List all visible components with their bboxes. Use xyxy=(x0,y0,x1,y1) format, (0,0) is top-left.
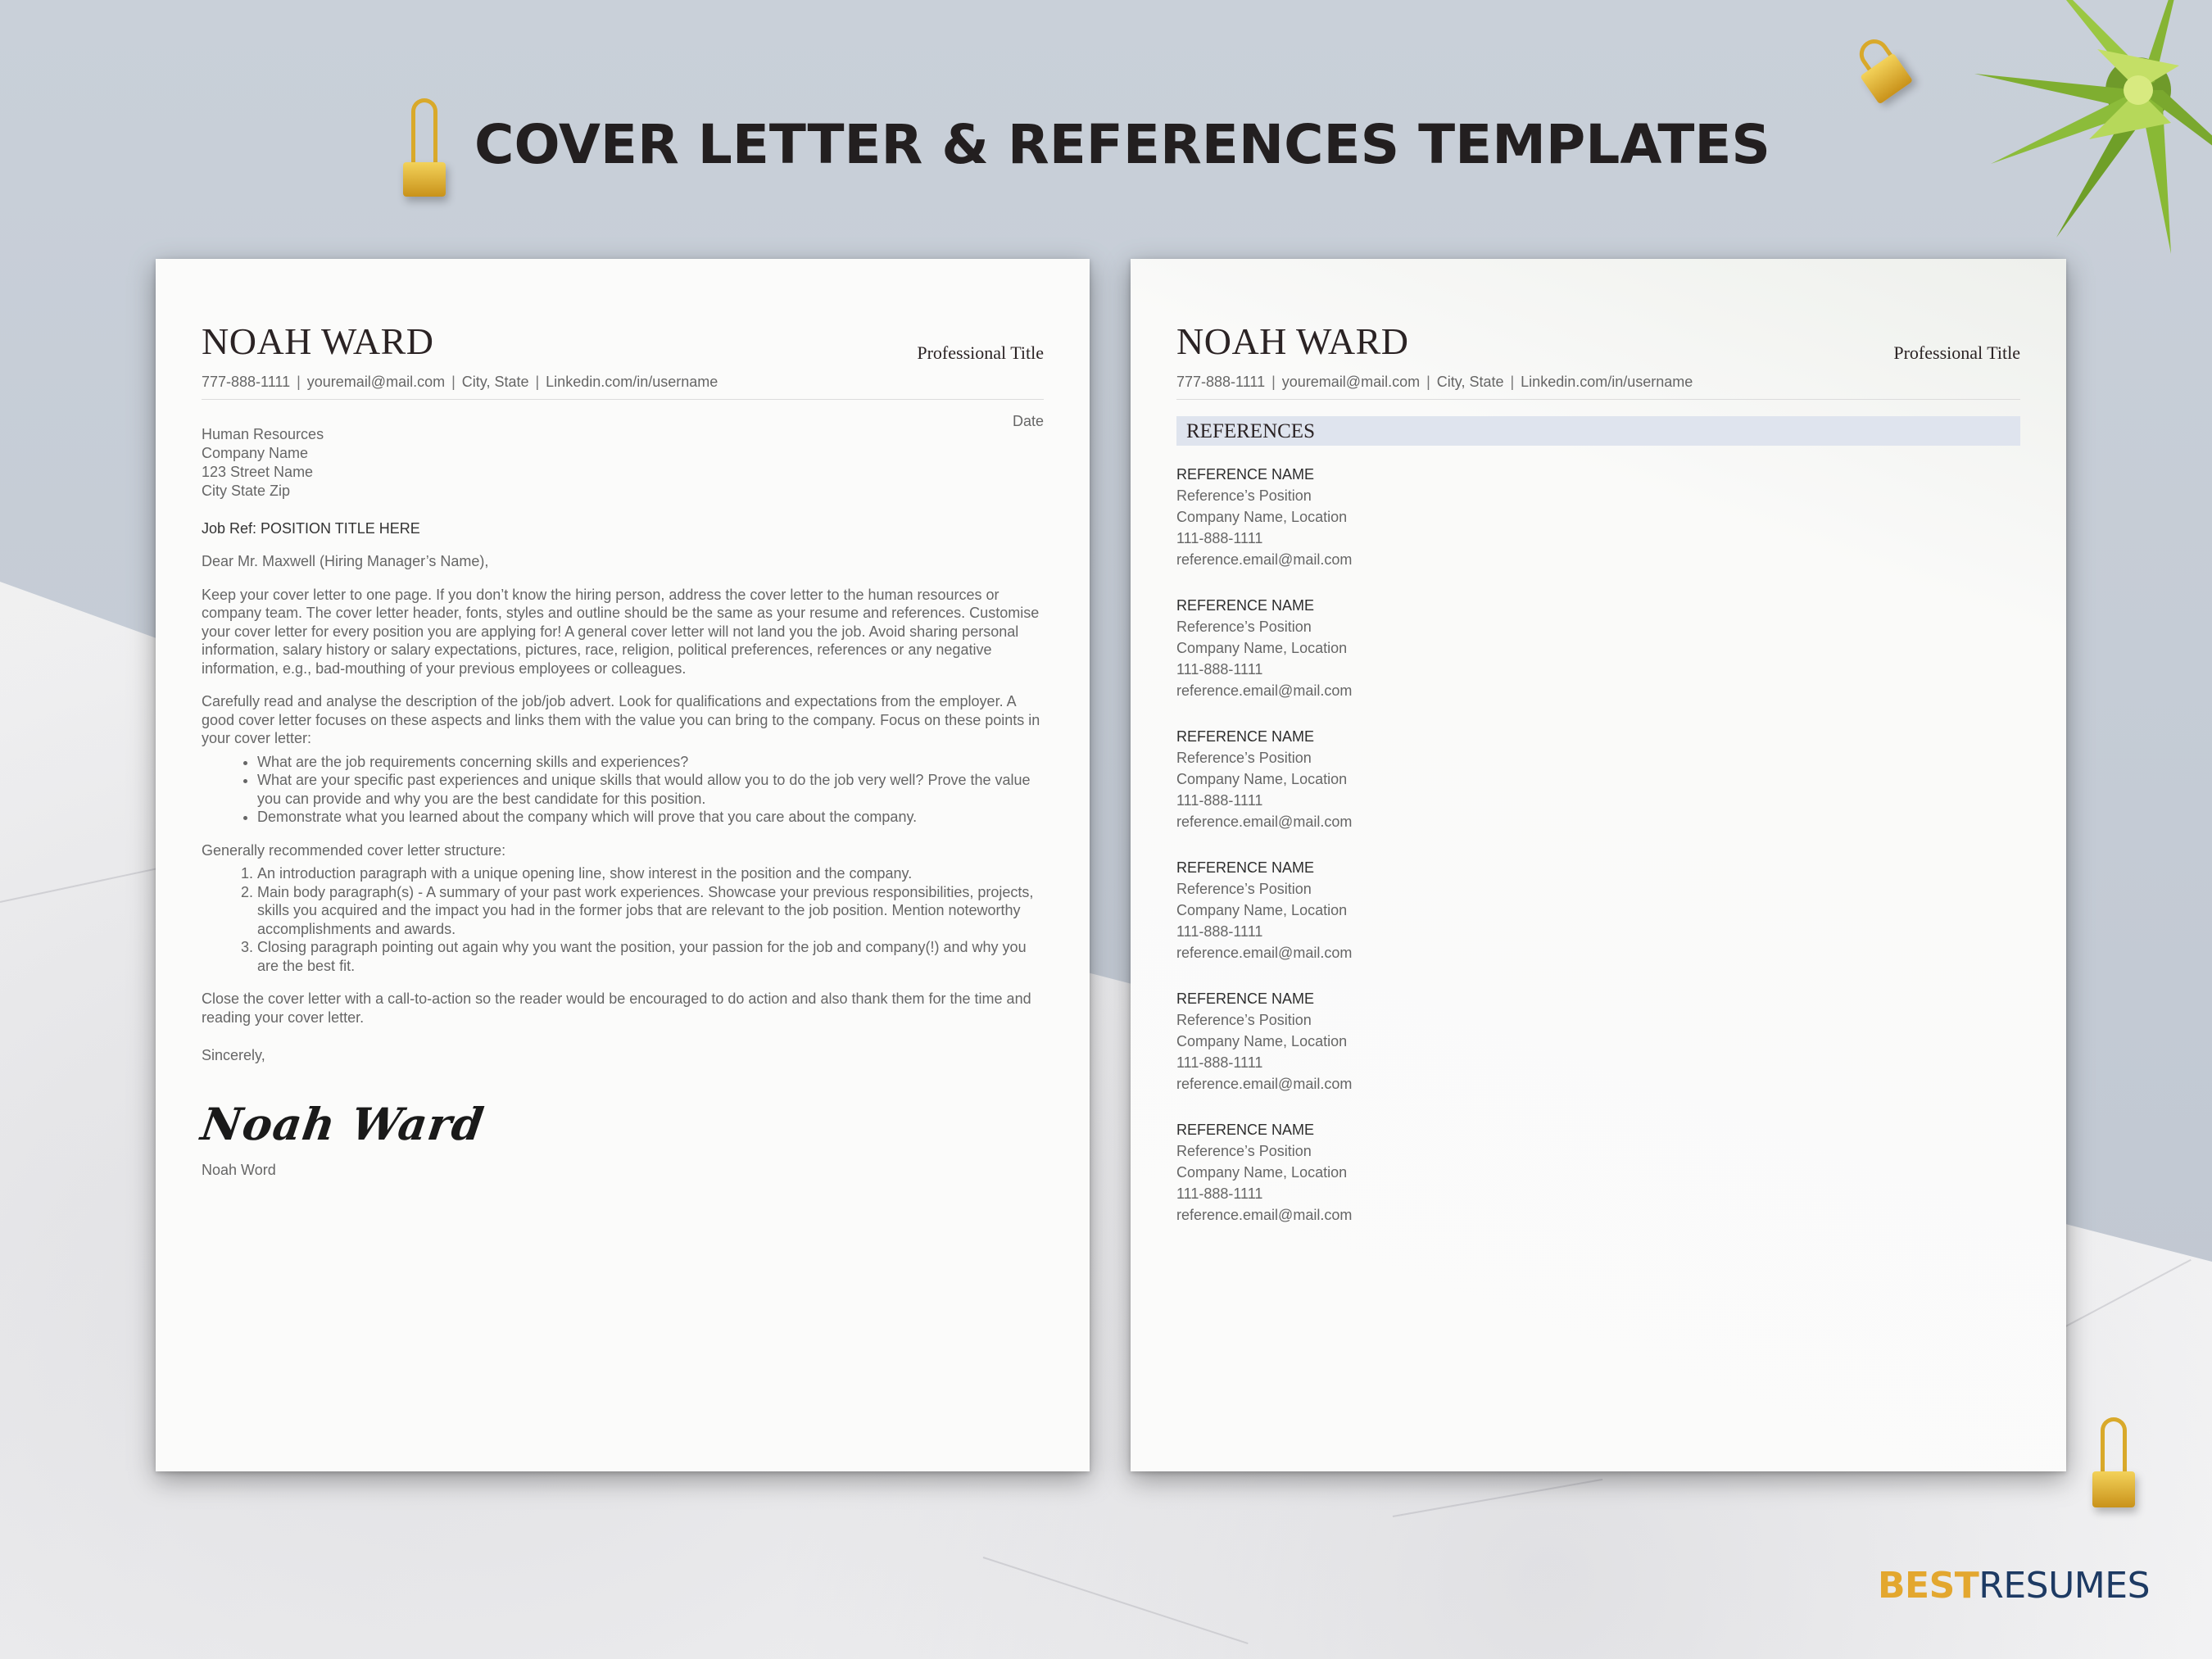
marble-vein xyxy=(982,1557,1249,1645)
separator: | xyxy=(451,374,456,390)
reference-name: REFERENCE NAME xyxy=(1176,466,1315,483)
structure-intro: Generally recommended cover letter struc… xyxy=(202,841,506,859)
reference-phone: 111-888-1111 xyxy=(1176,1054,1263,1071)
list-item: What are the job requirements concerning… xyxy=(257,753,1044,772)
reference-company: Company Name, Location xyxy=(1176,509,1348,525)
list-item: Main body paragraph(s) - A summary of yo… xyxy=(257,883,1044,939)
reference-email: reference.email@mail.com xyxy=(1176,682,1353,699)
brand-logo-best: BEST xyxy=(1878,1565,1979,1607)
reference-email: reference.email@mail.com xyxy=(1176,945,1353,961)
contact-line: 777-888-1111 | youremail@mail.com | City, St… xyxy=(202,374,1044,391)
reference-entry: REFERENCE NAME Reference’s Position Compan… xyxy=(1176,1119,2020,1226)
signed-name: Noah Word xyxy=(202,1161,276,1178)
reference-entry: REFERENCE NAME Reference’s Position Compan… xyxy=(1176,464,2020,570)
reference-name: REFERENCE NAME xyxy=(1176,990,1315,1007)
reference-position: Reference’s Position xyxy=(1176,750,1312,766)
reference-entry: REFERENCE NAME Reference’s Position Compan… xyxy=(1176,726,2020,832)
banner-title: COVER LETTER & REFERENCES TEMPLATES xyxy=(474,113,1770,176)
reference-position: Reference’s Position xyxy=(1176,1143,1312,1159)
header-divider xyxy=(1176,399,2020,400)
body-paragraph: Keep your cover letter to one page. If y… xyxy=(202,586,1040,677)
recipient-line: City State Zip xyxy=(202,483,291,499)
reference-phone: 111-888-1111 xyxy=(1176,1185,1263,1202)
references-heading: REFERENCES xyxy=(1176,416,2020,446)
body-paragraph: Carefully read and analyse the descripti… xyxy=(202,693,1040,746)
separator: | xyxy=(297,374,301,390)
contact-linkedin: Linkedin.com/in/username xyxy=(546,374,718,390)
contact-line: 777-888-1111 | youremail@mail.com | City, St… xyxy=(1176,374,2020,391)
marble-vein xyxy=(1392,1478,1603,1517)
letterhead: NOAH WARD Professional Title 777-888-111… xyxy=(1176,323,2020,400)
contact-phone: 777-888-1111 xyxy=(202,374,291,390)
recipient-line: 123 Street Name xyxy=(202,464,314,480)
contact-linkedin: Linkedin.com/in/username xyxy=(1521,374,1693,390)
reference-email: reference.email@mail.com xyxy=(1176,814,1353,830)
reference-company: Company Name, Location xyxy=(1176,1164,1348,1181)
reference-phone: 111-888-1111 xyxy=(1176,661,1263,678)
reference-phone: 111-888-1111 xyxy=(1176,923,1263,940)
signature: Noah Ward xyxy=(197,1097,488,1150)
reference-name: REFERENCE NAME xyxy=(1176,597,1315,614)
reference-phone: 111-888-1111 xyxy=(1176,530,1263,546)
reference-company: Company Name, Location xyxy=(1176,902,1348,918)
recipient-line: Company Name xyxy=(202,445,309,461)
reference-email: reference.email@mail.com xyxy=(1176,1207,1353,1223)
reference-company: Company Name, Location xyxy=(1176,640,1348,656)
separator: | xyxy=(535,374,540,390)
reference-name: REFERENCE NAME xyxy=(1176,1122,1315,1138)
references-page: NOAH WARD Professional Title 777-888-111… xyxy=(1131,259,2066,1471)
reference-position: Reference’s Position xyxy=(1176,1012,1312,1028)
list-item: An introduction paragraph with a unique … xyxy=(257,864,1044,883)
reference-entry: REFERENCE NAME Reference’s Position Compan… xyxy=(1176,595,2020,701)
reference-email: reference.email@mail.com xyxy=(1176,551,1353,568)
professional-title: Professional Title xyxy=(1893,342,2020,363)
list-item: Closing paragraph pointing out again why… xyxy=(257,938,1044,975)
recipient-line: Human Resources xyxy=(202,426,324,442)
contact-email: youremail@mail.com xyxy=(306,374,446,390)
contact-location: City, State xyxy=(461,374,529,390)
recipient-address: Human Resources Company Name 123 Street … xyxy=(202,425,1044,501)
structure-list: An introduction paragraph with a unique … xyxy=(202,864,1044,975)
contact-phone: 777-888-1111 xyxy=(1176,374,1266,390)
list-item: Demonstrate what you learned about the c… xyxy=(257,808,1044,827)
brand-logo-resumes: RESUMES xyxy=(1979,1565,2150,1607)
contact-location: City, State xyxy=(1436,374,1504,390)
separator: | xyxy=(1426,374,1430,390)
contact-email: youremail@mail.com xyxy=(1281,374,1421,390)
sign-off: Sincerely, xyxy=(202,1047,265,1063)
reference-name: REFERENCE NAME xyxy=(1176,859,1315,876)
job-reference: Job Ref: POSITION TITLE HERE xyxy=(202,520,420,537)
letterhead: NOAH WARD Professional Title 777-888-111… xyxy=(202,323,1044,400)
cover-letter-page: NOAH WARD Professional Title 777-888-111… xyxy=(156,259,1090,1471)
reference-position: Reference’s Position xyxy=(1176,881,1312,897)
salutation: Dear Mr. Maxwell (Hiring Manager’s Name)… xyxy=(202,553,489,569)
brand-logo: BESTRESUMES xyxy=(1878,1565,2150,1607)
reference-company: Company Name, Location xyxy=(1176,771,1348,787)
separator: | xyxy=(1510,374,1515,390)
reference-position: Reference’s Position xyxy=(1176,619,1312,635)
reference-entry: REFERENCE NAME Reference’s Position Compan… xyxy=(1176,857,2020,963)
focus-points-list: What are the job requirements concerning… xyxy=(202,753,1044,827)
separator: | xyxy=(1271,374,1276,390)
header-divider xyxy=(202,399,1044,400)
reference-entry: REFERENCE NAME Reference’s Position Compan… xyxy=(1176,988,2020,1095)
reference-phone: 111-888-1111 xyxy=(1176,792,1263,809)
professional-title: Professional Title xyxy=(917,342,1044,363)
reference-email: reference.email@mail.com xyxy=(1176,1076,1353,1092)
reference-position: Reference’s Position xyxy=(1176,487,1312,504)
references-list: REFERENCE NAME Reference’s Position Compan… xyxy=(1176,464,2020,1226)
reference-name: REFERENCE NAME xyxy=(1176,728,1315,745)
list-item: What are your specific past experiences … xyxy=(257,771,1044,808)
reference-company: Company Name, Location xyxy=(1176,1033,1348,1049)
closing-paragraph: Close the cover letter with a call-to-ac… xyxy=(202,990,1031,1026)
